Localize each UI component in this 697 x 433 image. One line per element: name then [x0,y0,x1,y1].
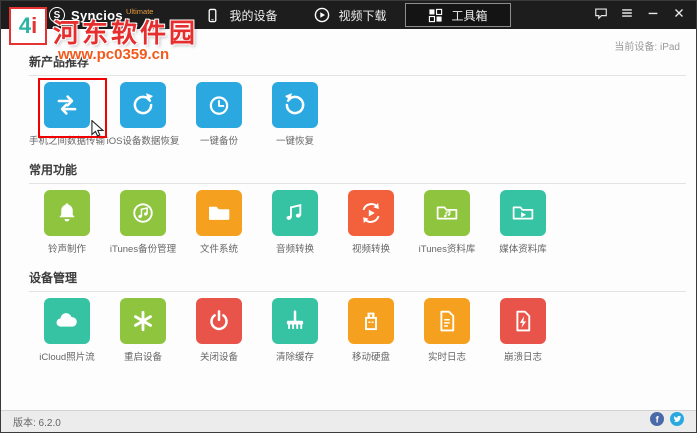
watermark-site-url: www.pc0359.cn [58,46,170,63]
tool-icloud-photos[interactable]: iCloud照片流 [29,298,105,363]
tool-clear-cache[interactable]: 清除缓存 [257,298,333,363]
tool-itunes-library[interactable]: iTunes资料库 [409,190,485,255]
section-1: 常用功能 铃声制作 iTunes备份管理 文件系统 音频转换 视频转换 iTun… [29,161,686,255]
tile-label: 清除缓存 [275,352,314,363]
tile-row: iCloud照片流 重启设备 关闭设备 清除缓存 移动硬盘 实时日志 崩溃日志 [29,298,686,363]
tile-label: iTunes备份管理 [109,244,177,255]
audio-icon [272,190,318,236]
watermark-site-name: 河东软件园 [53,18,199,48]
tool-one-key-backup[interactable]: 一键备份 [181,82,257,147]
recover-icon [120,82,166,128]
tab-label: 视频下载 [338,8,387,23]
window-controls [594,6,686,25]
main-tabs: 我的设备 视频下载 工具箱 [187,1,511,29]
tile-label: 崩溃日志 [503,352,542,363]
log-icon [424,298,470,344]
menu-button[interactable] [620,6,634,25]
facebook-icon: f [650,412,664,431]
tile-label: 音频转换 [275,244,314,255]
mouse-cursor [91,120,105,137]
tile-row: 铃声制作 iTunes备份管理 文件系统 音频转换 视频转换 iTunes资料库 [29,190,686,255]
backup-icon [196,82,242,128]
watermark-site-logo: 4i [9,7,47,45]
section-0: 新产品推荐 手机之间数据传输 iOS设备数据恢复 一键备份 一键恢复 [29,53,686,147]
media-lib-icon [500,190,546,236]
itunes-backup-icon [120,190,166,236]
clean-icon [272,298,318,344]
tab-label: 工具箱 [451,8,488,23]
tile-label: 实时日志 [427,352,466,363]
tile-row: 手机之间数据传输 iOS设备数据恢复 一键备份 一键恢复 [29,82,686,147]
version-label: 版本: 6.2.0 [13,418,61,429]
watermark-logo-text: 4 [18,13,32,38]
tab-label: 我的设备 [229,8,278,23]
tool-mobile-disk[interactable]: 移动硬盘 [333,298,409,363]
tool-reboot-device[interactable]: 重启设备 [105,298,181,363]
tool-one-key-restore[interactable]: 一键恢复 [257,82,333,147]
watermark-logo-text: i [31,13,38,38]
tool-itunes-backup[interactable]: iTunes备份管理 [105,190,181,255]
tile-label: 媒体资料库 [499,244,547,255]
tab-toolbox[interactable]: 工具箱 [404,3,511,27]
video-convert-icon [348,190,394,236]
current-device-label: 当前设备: iPad [614,42,680,53]
tile-label: 文件系统 [199,244,238,255]
tool-realtime-log[interactable]: 实时日志 [409,298,485,363]
tool-media-library[interactable]: 媒体资料库 [485,190,561,255]
twitter-icon [670,412,684,431]
grid-icon [428,8,443,23]
minimize-icon [646,6,660,25]
tab-my-devices[interactable]: 我的设备 [187,3,295,27]
twitter-link[interactable] [670,412,684,431]
menu-icon [620,6,634,25]
tile-label: iCloud照片流 [39,352,95,363]
tile-label: 移动硬盘 [351,352,390,363]
tool-ios-recovery[interactable]: iOS设备数据恢复 [105,82,181,147]
tile-label: 铃声制作 [47,244,86,255]
section-title: 常用功能 [29,161,686,184]
play-icon [314,7,330,23]
tab-video-download[interactable]: 视频下载 [296,3,405,27]
app-window: S Syncios Ultimate 我的设备 视频下载 工具箱 当前设备: i… [0,0,697,433]
tool-crash-log[interactable]: 崩溃日志 [485,298,561,363]
statusbar: 版本: 6.2.0 f [1,410,696,432]
section-2: 设备管理 iCloud照片流 重启设备 关闭设备 清除缓存 移动硬盘 实时日志 … [29,269,686,363]
itunes-lib-icon [424,190,470,236]
tile-label: iTunes资料库 [418,244,476,255]
power-icon [196,298,242,344]
tile-label: 一键恢复 [275,136,314,147]
usb-icon [348,298,394,344]
bell-icon [44,190,90,236]
close-icon [672,6,686,25]
crash-icon [500,298,546,344]
tile-label: 关闭设备 [199,352,238,363]
folder-icon [196,190,242,236]
tool-shutdown-device[interactable]: 关闭设备 [181,298,257,363]
tool-ringtone-maker[interactable]: 铃声制作 [29,190,105,255]
tool-file-system[interactable]: 文件系统 [181,190,257,255]
tool-audio-convert[interactable]: 音频转换 [257,190,333,255]
tile-label: 一键备份 [199,136,238,147]
tool-video-convert[interactable]: 视频转换 [333,190,409,255]
close-button[interactable] [672,6,686,25]
minimize-button[interactable] [646,6,660,25]
social-links: f [650,412,684,431]
tile-label: 重启设备 [123,352,162,363]
restore-icon [272,82,318,128]
chat-icon [594,6,608,25]
phone-icon [205,8,220,23]
section-title: 设备管理 [29,269,686,292]
restart-icon [120,298,166,344]
facebook-link[interactable]: f [650,412,664,431]
feedback-button[interactable] [594,6,608,25]
tile-label: iOS设备数据恢复 [106,136,180,147]
cloud-icon [44,298,90,344]
tile-label: 视频转换 [351,244,390,255]
